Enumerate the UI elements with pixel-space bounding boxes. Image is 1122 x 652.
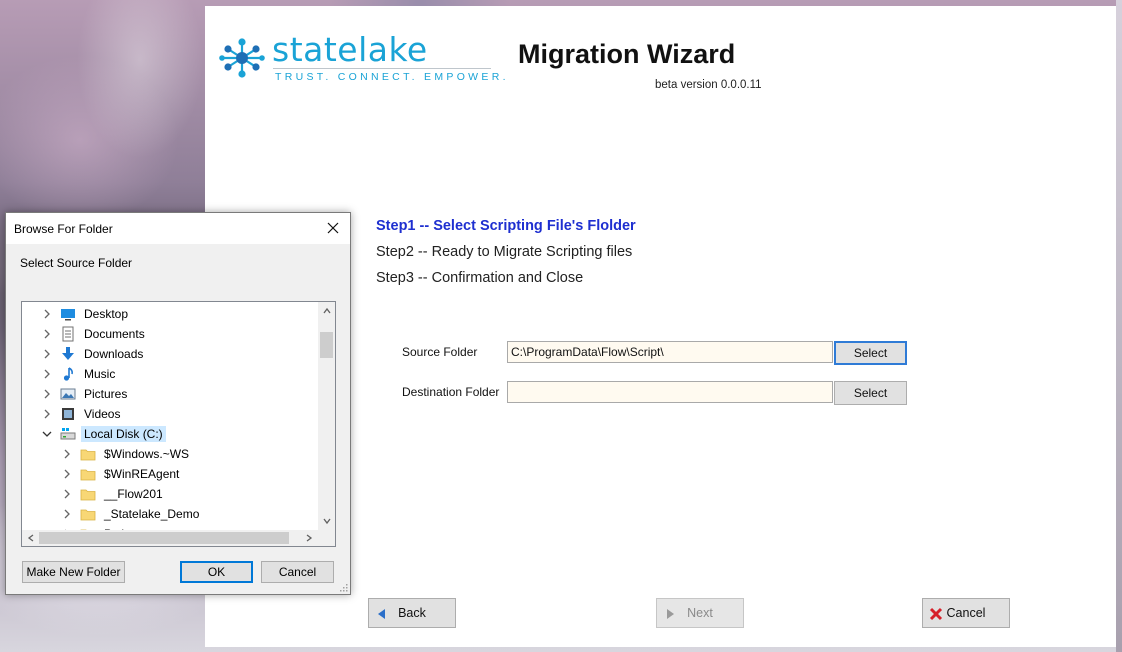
tree-item-label: Documents [84,327,145,341]
desktop-edge [1116,0,1122,652]
horizontal-scrollbar[interactable] [22,530,318,546]
source-select-button[interactable]: Select [834,341,907,365]
documents-icon [62,326,74,342]
tree-item[interactable]: Desktop [42,304,131,324]
folder-icon [80,489,96,501]
tree-item-label: Videos [84,407,121,421]
tree-item-label: Desktop [84,307,129,321]
version-label: beta version 0.0.0.11 [655,79,762,91]
logo-wordmark: statelake [272,30,428,69]
tree-item[interactable]: Videos [42,404,123,424]
folder-tree[interactable]: Desktop Documents Downloads Music Pictures Vi… [21,301,336,547]
tree-subitem[interactable]: __Flow201 [62,484,166,504]
videos-icon [62,408,74,420]
folder-icon [80,469,96,481]
chevron-right-icon[interactable] [62,449,72,459]
make-new-folder-button[interactable]: Make New Folder [22,561,125,583]
chevron-right-icon[interactable] [42,309,52,319]
resize-grip-icon[interactable] [338,582,348,592]
source-folder-field[interactable]: C:\ProgramData\Flow\Script\ [507,341,833,363]
back-label: Back [398,606,426,620]
vertical-scrollbar[interactable] [318,302,335,530]
vertical-scroll-thumb[interactable] [320,332,333,358]
tree-item-label: __Flow201 [104,487,163,501]
chevron-right-icon[interactable] [42,389,52,399]
tree-item-label: Downloads [84,347,144,361]
scrollbar-corner [318,530,335,546]
destination-folder-label: Destination Folder [402,385,500,399]
step-list: Step1 -- Select Scripting File's Flolder… [376,216,636,294]
tree-item[interactable]: Documents [42,324,148,344]
music-icon [63,367,73,381]
scroll-left-icon[interactable] [26,533,36,543]
tree-item-label: Pictures [84,387,128,401]
scroll-right-icon[interactable] [304,533,314,543]
tree-item-label: Music [84,367,116,381]
logo-divider [273,68,491,69]
source-folder-label: Source Folder [402,345,478,359]
scroll-up-icon[interactable] [322,306,332,316]
tree-item[interactable]: Music [42,364,118,384]
cancel-label: Cancel [946,606,986,620]
next-button[interactable]: Next [656,598,744,628]
tree-item-label: $WinREAgent [104,467,180,481]
chevron-right-icon[interactable] [62,469,72,479]
folder-tree-items: Desktop Documents Downloads Music Pictures Vi… [22,302,318,530]
dialog-titlebar[interactable]: Browse For Folder [6,213,350,244]
destination-folder-field[interactable] [507,381,833,403]
chevron-right-icon[interactable] [42,329,52,339]
dialog-title: Browse For Folder [14,222,113,236]
chevron-down-icon[interactable] [42,429,52,439]
horizontal-scroll-thumb[interactable] [39,532,289,544]
close-icon[interactable] [326,221,340,235]
tree-subitem[interactable]: _Statelake_Demo [62,504,202,524]
scroll-down-icon[interactable] [322,516,332,526]
folder-icon [80,449,96,461]
tree-subitem[interactable]: $Windows.~WS [62,444,192,464]
next-label: Next [687,606,713,620]
pictures-icon [60,388,76,400]
chevron-right-icon[interactable] [42,349,52,359]
destination-select-button[interactable]: Select [834,381,907,405]
browse-folder-dialog: Browse For Folder Select Source Folder D… [5,212,351,595]
step-1: Step1 -- Select Scripting File's Flolder [376,218,636,234]
tree-item[interactable]: Local Disk (C:) [42,424,166,444]
back-button[interactable]: Back [368,598,456,628]
logo-tagline: TRUST. CONNECT. EMPOWER. [275,71,509,83]
chevron-right-icon[interactable] [62,489,72,499]
tree-subitem[interactable]: $WinREAgent [62,464,182,484]
tree-item[interactable]: Downloads [42,344,146,364]
chevron-right-icon[interactable] [62,509,72,519]
wizard-title: Migration Wizard [518,39,736,69]
folder-icon [80,509,96,521]
dialog-prompt: Select Source Folder [20,256,133,270]
dialog-cancel-button[interactable]: Cancel [261,561,334,583]
statelake-logo: statelake TRUST. CONNECT. EMPOWER. [219,31,505,87]
tree-item-label: Local Disk (C:) [81,426,166,442]
tree-item-label: $Windows.~WS [104,447,190,461]
cancel-button[interactable]: Cancel [922,598,1010,628]
downloads-icon [62,347,74,360]
step-3: Step3 -- Confirmation and Close [376,270,584,286]
step-2: Step2 -- Ready to Migrate Scripting file… [376,244,633,260]
chevron-right-icon[interactable] [42,409,52,419]
desktop-icon [61,309,75,321]
tree-item-label: _Statelake_Demo [104,507,200,521]
drive-icon [60,428,76,440]
logo-network-icon [219,38,265,78]
ok-button[interactable]: OK [180,561,253,583]
tree-item[interactable]: Pictures [42,384,130,404]
chevron-right-icon[interactable] [42,369,52,379]
